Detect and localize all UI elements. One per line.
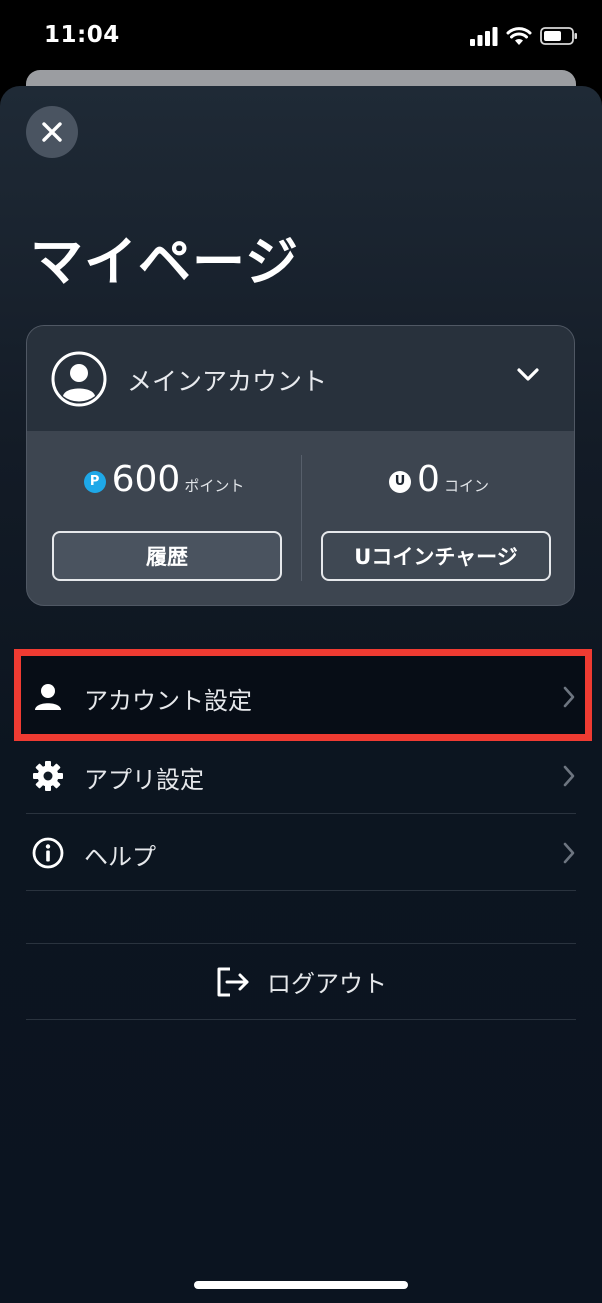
menu-item-app-settings[interactable]: アプリ設定 (26, 738, 576, 814)
logout-label: ログアウト (267, 970, 387, 998)
history-button[interactable]: 履歴 (52, 531, 282, 581)
chevron-right-icon (563, 765, 575, 787)
home-indicator[interactable] (194, 1281, 408, 1289)
coin-icon: U (389, 470, 412, 493)
coins-value: 0 (417, 459, 440, 500)
close-icon (42, 122, 62, 142)
avatar-icon (51, 351, 107, 407)
status-time: 11:04 (44, 22, 120, 48)
battery-icon (540, 27, 577, 45)
account-name: メインアカウント (127, 367, 328, 396)
chevron-right-icon (563, 842, 575, 864)
points-icon: P (83, 470, 106, 493)
menu-item-help[interactable]: ヘルプ (26, 815, 576, 891)
signal-icon (470, 27, 498, 46)
menu-divider (26, 890, 576, 891)
menu-item-label: アカウント設定 (84, 687, 252, 715)
chevron-right-icon (563, 686, 575, 708)
menu-item-label: アプリ設定 (84, 766, 204, 794)
account-switcher[interactable]: メインアカウント (27, 326, 574, 431)
coins-unit: コイン (443, 477, 489, 495)
points-unit: ポイント (184, 477, 245, 495)
page-title: マイページ (30, 232, 299, 293)
gear-icon (33, 761, 63, 791)
account-card: メインアカウント P 600 ポイント 履歴 U 0 コイン Uコインチャージ (26, 325, 575, 606)
chevron-down-icon (517, 368, 539, 381)
coins-balance: U 0 コイン (302, 459, 574, 500)
logout-icon (217, 967, 249, 996)
logout-divider-bottom (26, 1019, 576, 1020)
person-icon (35, 684, 61, 710)
menu-item-account-settings[interactable]: アカウント設定 (26, 659, 576, 735)
coin-charge-button[interactable]: Uコインチャージ (321, 531, 551, 581)
info-icon (32, 837, 64, 869)
points-column: P 600 ポイント 履歴 (27, 431, 301, 605)
status-icons (470, 26, 578, 46)
points-value: 600 (111, 459, 181, 500)
wallet-section: P 600 ポイント 履歴 U 0 コイン Uコインチャージ (27, 431, 574, 605)
coins-column: U 0 コイン Uコインチャージ (302, 431, 574, 605)
points-balance: P 600 ポイント (27, 459, 301, 500)
wifi-icon (506, 27, 532, 45)
close-button[interactable] (26, 106, 78, 158)
menu-item-label: ヘルプ (84, 843, 156, 871)
menu-divider (26, 813, 576, 814)
status-bar: 11:04 (0, 0, 602, 72)
logout-button[interactable]: ログアウト (0, 944, 602, 1019)
